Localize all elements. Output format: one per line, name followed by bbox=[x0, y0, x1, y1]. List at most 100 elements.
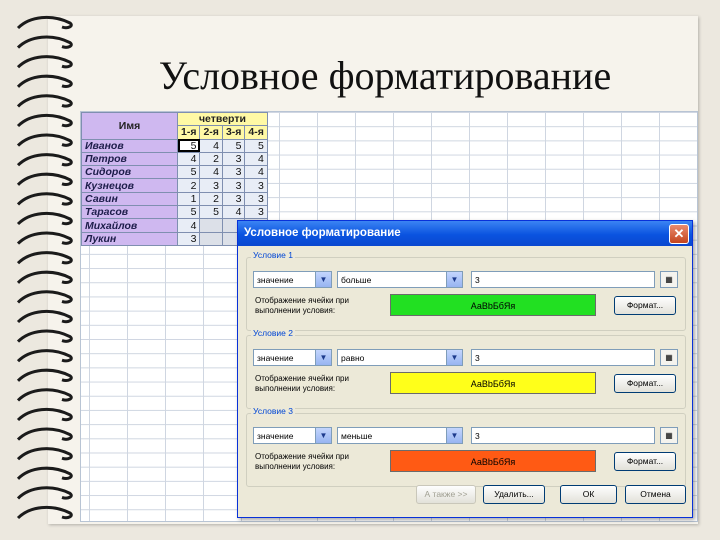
grade-cell[interactable] bbox=[199, 218, 223, 233]
spiral-ring bbox=[16, 94, 73, 108]
chevron-down-icon[interactable]: ▼ bbox=[446, 428, 462, 443]
grade-cell[interactable]: 3 bbox=[199, 178, 223, 193]
condition-3-operator-select[interactable]: меньше ▼ bbox=[337, 427, 463, 444]
range-select-icon[interactable]: ▦ bbox=[660, 349, 678, 366]
slide: Условное форматирование Имя четверти 1-я… bbox=[0, 0, 720, 540]
student-name[interactable]: Петров bbox=[81, 151, 178, 167]
condition-1-type-select[interactable]: значение ▼ bbox=[253, 271, 332, 288]
condition-2-type: значение bbox=[257, 353, 294, 363]
spiral-ring bbox=[16, 153, 73, 167]
condition-2-operator: равно bbox=[341, 353, 365, 363]
spiral-ring bbox=[16, 35, 73, 49]
condition-2-type-select[interactable]: значение ▼ bbox=[253, 349, 332, 366]
grade-cell[interactable]: 3 bbox=[244, 178, 268, 193]
spiral-ring bbox=[16, 211, 73, 226]
grade-cell[interactable]: 5 bbox=[176, 205, 201, 220]
grade-cell[interactable]: 3 bbox=[244, 191, 268, 207]
grade-cell[interactable]: 5 bbox=[176, 165, 201, 180]
condition-3-value-input[interactable]: 3 bbox=[471, 427, 655, 444]
grade-cell[interactable]: 2 bbox=[199, 151, 223, 167]
student-name[interactable]: Кузнецов bbox=[81, 178, 178, 193]
condition-1-value-input[interactable]: 3 bbox=[471, 271, 655, 288]
condition-2-operator-select[interactable]: равно ▼ bbox=[337, 349, 463, 366]
ok-button[interactable]: ОК bbox=[560, 485, 617, 504]
condition-3-type: значение bbox=[257, 431, 294, 441]
table-row: Иванов 5 4 5 5 bbox=[81, 138, 268, 153]
condition-3-group: Условие 3 значение ▼ меньше ▼ 3 ▦ Отобра… bbox=[246, 406, 686, 487]
close-button[interactable]: ✕ bbox=[669, 224, 689, 244]
spiral-ring bbox=[16, 113, 73, 128]
grade-cell[interactable]: 4 bbox=[244, 165, 268, 180]
student-name[interactable]: Михайлов bbox=[81, 218, 178, 233]
grade-cell[interactable]: 5 bbox=[176, 138, 201, 153]
condition-2-value-input[interactable]: 3 bbox=[471, 349, 655, 366]
spiral-ring bbox=[16, 192, 73, 206]
grade-cell[interactable]: 4 bbox=[244, 151, 268, 167]
grade-cell[interactable]: 3 bbox=[244, 205, 268, 220]
grade-cell[interactable]: 2 bbox=[176, 178, 201, 193]
grade-cell[interactable]: 2 bbox=[199, 191, 223, 207]
student-name[interactable]: Савин bbox=[81, 191, 178, 207]
spiral-ring bbox=[16, 505, 73, 520]
grade-cell[interactable]: 3 bbox=[221, 165, 246, 180]
table-row: Савин 1 2 3 3 bbox=[81, 191, 268, 207]
condition-1-display-label: Отображение ячейки при выполнении услови… bbox=[255, 296, 349, 315]
grade-cell[interactable]: 5 bbox=[199, 205, 223, 220]
range-select-icon[interactable]: ▦ bbox=[660, 271, 678, 288]
grade-cell[interactable]: 4 bbox=[176, 218, 201, 233]
conditional-format-dialog: Условное форматирование ✕ Условие 1 знач… bbox=[237, 220, 693, 518]
student-name[interactable]: Иванов bbox=[81, 138, 178, 153]
cancel-button[interactable]: Отмена bbox=[625, 485, 686, 504]
condition-2-group: Условие 2 значение ▼ равно ▼ 3 ▦ Отображ… bbox=[246, 328, 686, 409]
delete-button[interactable]: Удалить... bbox=[483, 485, 545, 504]
condition-1-type: значение bbox=[257, 275, 294, 285]
student-name[interactable]: Лукин bbox=[81, 231, 178, 246]
condition-3-type-select[interactable]: значение ▼ bbox=[253, 427, 332, 444]
condition-2-format-button[interactable]: Формат... bbox=[614, 374, 676, 393]
student-name[interactable]: Сидоров bbox=[81, 165, 178, 180]
condition-3-preview: АаВbБбЯя bbox=[390, 450, 596, 472]
condition-3-label: Условие 3 bbox=[251, 406, 295, 416]
spiral-ring bbox=[16, 231, 73, 245]
spiral-ring bbox=[16, 486, 73, 500]
grade-cell[interactable]: 3 bbox=[221, 191, 246, 207]
range-select-icon[interactable]: ▦ bbox=[660, 427, 678, 444]
spiral-ring bbox=[16, 349, 73, 363]
grade-cell[interactable]: 4 bbox=[199, 138, 223, 153]
header-q1[interactable]: 1-я bbox=[176, 125, 201, 140]
chevron-down-icon[interactable]: ▼ bbox=[315, 428, 331, 443]
grade-cell[interactable]: 3 bbox=[176, 231, 201, 246]
grade-cell[interactable]: 4 bbox=[176, 151, 201, 167]
spiral-ring bbox=[16, 447, 73, 461]
condition-1-format-button[interactable]: Формат... bbox=[614, 296, 676, 315]
grade-cell[interactable]: 3 bbox=[221, 178, 246, 193]
grade-cell[interactable]: 5 bbox=[221, 138, 246, 153]
header-name[interactable]: Имя bbox=[81, 112, 178, 140]
chevron-down-icon[interactable]: ▼ bbox=[446, 350, 462, 365]
spiral-ring bbox=[16, 172, 73, 186]
spiral-ring bbox=[16, 55, 73, 69]
grade-cell[interactable]: 4 bbox=[199, 165, 223, 180]
grade-cell[interactable]: 3 bbox=[221, 151, 246, 167]
condition-1-operator: больше bbox=[341, 275, 372, 285]
condition-3-display-label: Отображение ячейки при выполнении услови… bbox=[255, 452, 349, 471]
grade-cell[interactable] bbox=[199, 231, 223, 246]
chevron-down-icon[interactable]: ▼ bbox=[315, 272, 331, 287]
dialog-titlebar[interactable]: Условное форматирование ✕ bbox=[238, 221, 692, 246]
header-quarters[interactable]: четверти bbox=[177, 112, 268, 127]
condition-1-operator-select[interactable]: больше ▼ bbox=[337, 271, 463, 288]
grade-cell[interactable]: 5 bbox=[244, 138, 268, 153]
also-button[interactable]: А также >> bbox=[416, 485, 476, 504]
grade-cell[interactable]: 1 bbox=[176, 191, 201, 207]
condition-3-format-button[interactable]: Формат... bbox=[614, 452, 676, 471]
chevron-down-icon[interactable]: ▼ bbox=[446, 272, 462, 287]
header-q4[interactable]: 4-я bbox=[244, 125, 268, 140]
grade-cell[interactable]: 4 bbox=[221, 205, 246, 220]
table-row: Петров 4 2 3 4 bbox=[81, 151, 268, 167]
header-q3[interactable]: 3-я bbox=[221, 125, 246, 140]
header-q2[interactable]: 2-я bbox=[199, 125, 223, 140]
student-name[interactable]: Тарасов bbox=[81, 205, 178, 220]
spiral-binding bbox=[16, 15, 73, 520]
spiral-ring bbox=[16, 15, 73, 30]
chevron-down-icon[interactable]: ▼ bbox=[315, 350, 331, 365]
